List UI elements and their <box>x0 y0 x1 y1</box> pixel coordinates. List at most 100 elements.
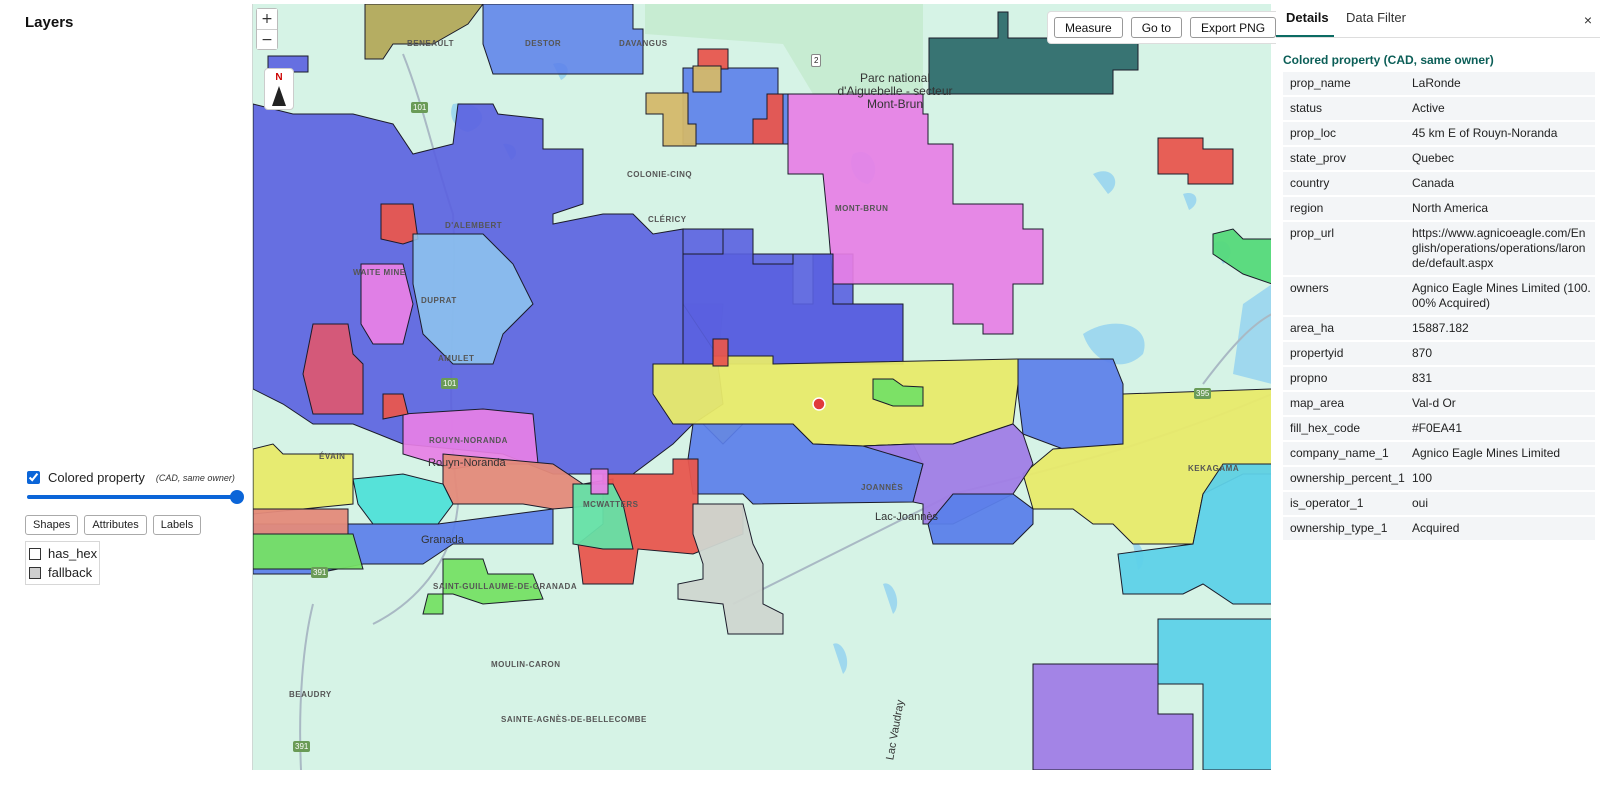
active-tab-indicator <box>1276 35 1334 37</box>
layer-note: (CAD, same owner) <box>155 472 235 483</box>
highway-shield: 101 <box>441 378 459 389</box>
attribute-key: company_name_1 <box>1290 446 1389 460</box>
details-tabs: Details Data Filter × <box>1276 0 1600 38</box>
attribute-row: propertyid 870 <box>1283 342 1595 365</box>
export-png-button[interactable]: Export PNG <box>1190 17 1277 38</box>
layers-panel: Layers Colored property (CAD, same owner… <box>0 0 250 802</box>
attribute-key: country <box>1290 176 1330 190</box>
place-label: ROUYN-NORANDA <box>429 436 508 445</box>
highway-shield: 391 <box>293 741 311 752</box>
layer-style-buttons: Shapes Attributes Labels <box>25 515 202 535</box>
highway-shield: 395 <box>1194 388 1212 399</box>
close-icon[interactable]: × <box>1584 12 1592 28</box>
town-label: Granada <box>421 534 464 546</box>
attribute-key: ownership_percent_1 <box>1290 471 1405 485</box>
layer-row: Colored property (CAD, same owner) <box>27 470 235 485</box>
place-label: BEAUDRY <box>289 690 332 699</box>
tab-details[interactable]: Details <box>1286 10 1329 25</box>
attribute-key: propertyid <box>1290 346 1344 360</box>
town-label: Rouyn-Noranda <box>428 457 506 469</box>
legend-label: has_hex <box>48 546 98 561</box>
place-label: COLONIE-CINQ <box>627 170 693 179</box>
layer-legend: has_hex fallback <box>25 541 101 585</box>
legend-item-has-hex: has_hex <box>29 544 97 563</box>
measure-button[interactable]: Measure <box>1054 17 1123 38</box>
selected-property-marker[interactable] <box>812 397 826 411</box>
attribute-value: Agnico Eagle Mines Limited (100.00% Acqu… <box>1412 281 1591 310</box>
attribute-row: ownership_percent_1 100 <box>1283 467 1595 490</box>
place-label: SAINT-GUILLAUME-DE-GRANADA <box>433 582 578 591</box>
attribute-row: prop_url https://www.agnicoeagle.com/Engl… <box>1283 222 1595 275</box>
place-label: MONT-BRUN <box>835 204 889 213</box>
attribute-key: prop_name <box>1290 76 1351 90</box>
layer-visibility-checkbox[interactable] <box>27 471 40 484</box>
attribute-key: state_prov <box>1290 151 1347 165</box>
place-label: JOANNÈS <box>861 483 904 492</box>
details-title: Colored property (CAD, same owner) <box>1283 53 1494 67</box>
attribute-key: status <box>1290 101 1323 115</box>
place-label: DAVANGUS <box>619 39 668 48</box>
attribute-value: LaRonde <box>1412 76 1461 90</box>
attribute-value: oui <box>1412 496 1429 510</box>
tab-data-filter[interactable]: Data Filter <box>1346 10 1406 25</box>
attribute-row: owners Agnico Eagle Mines Limited (100.00… <box>1283 277 1595 315</box>
town-label: Lac-Joannès <box>875 511 938 523</box>
attribute-key: prop_url <box>1290 226 1335 240</box>
attribute-row: status Active <box>1283 97 1595 120</box>
attribute-row: area_ha 15887.182 <box>1283 317 1595 340</box>
place-label: DESTOR <box>525 39 562 48</box>
attribute-row: map_area Val-d Or <box>1283 392 1595 415</box>
layer-name: Colored property <box>48 470 145 485</box>
map-toolbar: Measure Go to Export PNG <box>1047 11 1284 44</box>
attribute-row: propno 831 <box>1283 367 1595 390</box>
park-label: Parc national d'Aiguebelle - secteur Mon… <box>837 71 953 111</box>
attribute-value: 870 <box>1412 346 1433 360</box>
property-polygons <box>253 4 1271 770</box>
goto-button[interactable]: Go to <box>1130 17 1183 38</box>
map-canvas[interactable]: BENEAULT DESTOR DAVANGUS COLONIE-CINQ CL… <box>252 4 1271 770</box>
highway-shield: 2 <box>811 54 822 67</box>
attribute-key: is_operator_1 <box>1290 496 1364 510</box>
attribute-value: 15887.182 <box>1412 321 1469 335</box>
attribute-value: Agnico Eagle Mines Limited <box>1412 446 1561 460</box>
attribute-value: 45 km E of Rouyn-Noranda <box>1412 126 1558 140</box>
place-label: D'ALEMBERT <box>445 221 503 230</box>
attribute-row: ownership_type_1 Acquired <box>1283 517 1595 540</box>
attribute-value: North America <box>1412 201 1489 215</box>
north-label: N <box>275 72 283 83</box>
attribute-row: region North America <box>1283 197 1595 220</box>
attribute-value: Acquired <box>1412 521 1460 535</box>
slider-handle[interactable] <box>230 490 244 504</box>
attribute-key: area_ha <box>1290 321 1335 335</box>
legend-label: fallback <box>48 565 93 580</box>
attribute-row: is_operator_1 oui <box>1283 492 1595 515</box>
zoom-out-button[interactable]: − <box>257 29 277 49</box>
place-label: CLÉRICY <box>648 215 687 224</box>
attribute-key: map_area <box>1290 396 1345 410</box>
zoom-in-button[interactable]: + <box>257 9 277 29</box>
place-label: ÉVAIN <box>319 452 346 461</box>
attribute-value: Quebec <box>1412 151 1455 165</box>
layer-opacity-slider[interactable] <box>27 490 244 504</box>
attribute-table: prop_name LaRonde status Active prop_loc 45 k… <box>1283 72 1595 542</box>
attribute-value: Active <box>1412 101 1445 115</box>
place-label: BENEAULT <box>407 39 454 48</box>
attribute-key: fill_hex_code <box>1290 421 1361 435</box>
attribute-key: prop_loc <box>1290 126 1337 140</box>
attribute-value: #F0EA41 <box>1412 421 1463 435</box>
attribute-row: state_prov Quebec <box>1283 147 1595 170</box>
north-arrow-icon <box>272 86 286 106</box>
attribute-row: country Canada <box>1283 172 1595 195</box>
shapes-button[interactable]: Shapes <box>25 515 79 535</box>
map-layer-svg <box>253 4 1271 770</box>
attribute-value: 100 <box>1412 471 1433 485</box>
attribute-key: propno <box>1290 371 1328 385</box>
place-label: MOULIN-CARON <box>491 660 561 669</box>
place-label: AMULET <box>438 354 475 363</box>
legend-swatch <box>29 566 41 579</box>
labels-button[interactable]: Labels <box>152 515 202 535</box>
attributes-button[interactable]: Attributes <box>84 515 147 535</box>
details-panel: Details Data Filter × Colored property (… <box>1276 0 1600 802</box>
attribute-key: owners <box>1290 281 1329 295</box>
place-label: DUPRAT <box>421 296 457 305</box>
